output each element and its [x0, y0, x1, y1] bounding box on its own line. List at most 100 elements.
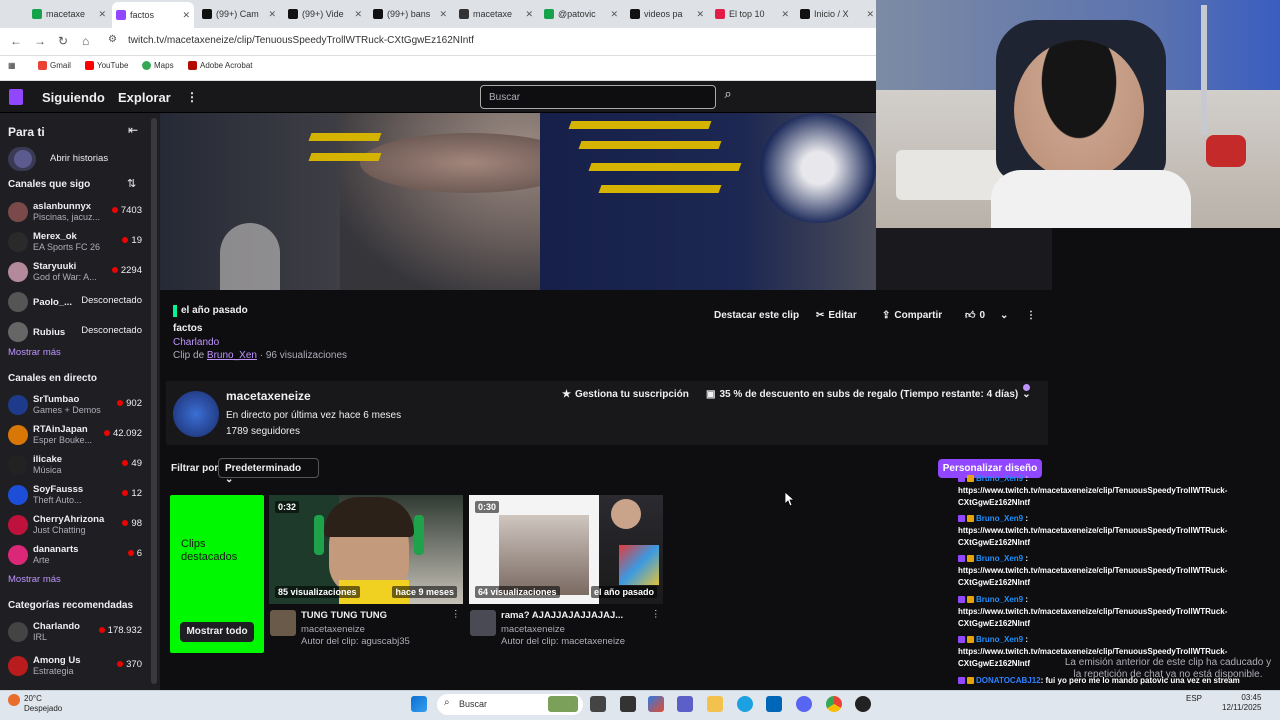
forward-icon[interactable]: → [34, 34, 46, 48]
close-tab-icon[interactable]: ✕ [781, 9, 789, 20]
widgets-icon[interactable] [548, 696, 578, 712]
bookmark-youtube[interactable]: YouTube [85, 61, 128, 70]
url-field[interactable]: twitch.tv/macetaxeneize/clip/TenuousSpee… [128, 35, 474, 46]
browser-tab[interactable]: macetaxe ✕ [455, 4, 537, 24]
sort-icon[interactable]: ⇅ [127, 177, 136, 190]
clip-author[interactable]: Autor del clip: macetaxeneize [501, 636, 625, 647]
sidebar-channel-item[interactable]: Charlando IRL 178.932 [0, 619, 150, 645]
clip-title[interactable]: TUNG TUNG TUNG [301, 610, 387, 621]
clip-more-icon[interactable]: ⋮ [651, 609, 661, 620]
manage-subscription-button[interactable]: ★ Gestiona tu suscripción [562, 389, 689, 400]
like-clip-button[interactable]: 👍︎ 0 [965, 306, 985, 324]
clip-title[interactable]: rama? AJAJJAJAJJAJAJ... [501, 610, 623, 621]
capcut-icon[interactable] [620, 696, 636, 712]
nav-explore[interactable]: Explorar [118, 90, 171, 105]
browser-tab[interactable]: macetaxe ✕ [28, 4, 110, 24]
sidebar-channel-item[interactable]: Staryuuki God of War: A... 2294 [0, 259, 150, 285]
sidebar-channel-item[interactable]: Paolo_... Desconectado [0, 289, 150, 315]
collapse-sidebar-icon[interactable]: ⇤ [128, 123, 138, 137]
clip-thumbnail[interactable]: 0:32 85 visualizaciones hace 9 meses [269, 495, 463, 604]
clip-video-player[interactable] [160, 113, 876, 290]
search-input[interactable]: Buscar [480, 85, 716, 109]
chrome-icon[interactable] [826, 696, 842, 712]
browser-tab[interactable]: @patovic ✕ [540, 4, 622, 24]
copilot-icon[interactable] [648, 696, 664, 712]
chat-username-line[interactable]: Bruno_Xen9 : [958, 635, 1028, 644]
close-tab-icon[interactable]: ✕ [439, 9, 447, 20]
chat-link[interactable]: https://www.twitch.tv/macetaxeneize/clip… [958, 647, 1227, 656]
chat-link[interactable]: CXtGgwEz162NIntf [958, 659, 1030, 668]
app-icon[interactable] [855, 696, 871, 712]
weather-widget[interactable]: 20°C Despejado [24, 694, 62, 714]
edit-clip-button[interactable]: ✂ Editar [816, 306, 857, 324]
browser-tab[interactable]: El top 10 ✕ [711, 4, 793, 24]
show-more-followed[interactable]: Mostrar más [8, 347, 61, 358]
chat-link[interactable]: CXtGgwEz162NIntf [958, 538, 1030, 547]
close-tab-icon[interactable]: ✕ [98, 9, 106, 20]
file-explorer-icon[interactable] [707, 696, 723, 712]
sidebar-channel-item[interactable]: ilicake Música 49 [0, 452, 150, 478]
site-info-icon[interactable]: ⚙ [108, 34, 117, 45]
system-clock[interactable]: 03:45 12/11/2025 [1222, 693, 1261, 713]
clip-channel[interactable]: macetaxeneize [301, 624, 365, 635]
back-icon[interactable]: ← [10, 34, 22, 48]
clip-channel-avatar[interactable] [270, 610, 296, 636]
nav-following[interactable]: Siguiendo [42, 90, 105, 105]
sidebar-channel-item[interactable]: CherryAhrizona Just Chatting 98 [0, 512, 150, 538]
chat-link[interactable]: https://www.twitch.tv/macetaxeneize/clip… [958, 607, 1227, 616]
stories-avatar[interactable] [8, 147, 36, 171]
more-actions-icon[interactable]: ⋮ [1026, 306, 1036, 324]
search-icon[interactable]: ⌕ [718, 86, 738, 108]
chat-username-line[interactable]: Bruno_Xen9 : [958, 554, 1028, 563]
bookmark-maps[interactable]: Maps [142, 61, 174, 70]
chat-link[interactable]: https://www.twitch.tv/macetaxeneize/clip… [958, 526, 1227, 535]
store-icon[interactable] [766, 696, 782, 712]
sidebar-channel-item[interactable]: SrTumbao Games + Demos 902 [0, 392, 150, 418]
twitch-logo-icon[interactable] [9, 89, 23, 105]
show-more-live[interactable]: Mostrar más [8, 574, 61, 585]
browser-tab[interactable]: (99+) Cam ✕ [198, 4, 280, 24]
language-indicator[interactable]: ESP [1186, 694, 1202, 703]
close-tab-icon[interactable]: ✕ [268, 9, 276, 20]
chat-link[interactable]: CXtGgwEz162NIntf [958, 578, 1030, 587]
filter-select[interactable]: Predeterminado ⌄ [218, 458, 319, 485]
discord-icon[interactable] [796, 696, 812, 712]
apps-icon[interactable]: ▦ [8, 61, 16, 70]
close-tab-icon[interactable]: ✕ [696, 9, 704, 20]
chat-username-line[interactable]: Bruno_Xen9 : [958, 514, 1028, 523]
sidebar-channel-item[interactable]: Merex_ok EA Sports FC 26 19 [0, 229, 150, 255]
chat-link[interactable]: CXtGgwEz162NIntf [958, 498, 1030, 507]
channel-name[interactable]: macetaxeneize [226, 389, 311, 403]
clipper-link[interactable]: Bruno_Xen [207, 350, 257, 361]
edge-icon[interactable] [737, 696, 753, 712]
clip-thumbnail[interactable]: 0:30 64 visualizaciones el año pasado [469, 495, 663, 604]
sidebar-channel-item[interactable]: aslanbunnyx Piscinas, jacuz... 7403 [0, 199, 150, 225]
bookmark-gmail[interactable]: Gmail [38, 61, 71, 70]
chat-username-line[interactable]: Bruno_Xen9 : [958, 595, 1028, 604]
close-tab-icon[interactable]: ✕ [866, 9, 874, 20]
chat-link[interactable]: https://www.twitch.tv/macetaxeneize/clip… [958, 486, 1227, 495]
clip-channel-avatar[interactable] [470, 610, 496, 636]
feature-clip-button[interactable]: Destacar este clip [714, 306, 799, 324]
browser-tab[interactable]: (99+) Vide ✕ [284, 4, 366, 24]
sidebar-channel-item[interactable]: SoyFausss Theft Auto... 12 [0, 482, 150, 508]
share-clip-button[interactable]: ⇪ Compartir [882, 306, 942, 324]
clip-author[interactable]: Autor del clip: aguscabj35 [301, 636, 410, 647]
task-view-icon[interactable] [590, 696, 606, 712]
open-stories-link[interactable]: Abrir historias [50, 153, 108, 164]
browser-tab[interactable]: factos ✕ [112, 2, 194, 28]
clip-channel[interactable]: macetaxeneize [501, 624, 565, 635]
close-tab-icon[interactable]: ✕ [182, 10, 190, 21]
sidebar-channel-item[interactable]: Among Us Estrategia 370 [0, 653, 150, 679]
more-options-icon[interactable]: ⋮ [186, 90, 198, 104]
channel-avatar[interactable] [173, 391, 219, 437]
home-icon[interactable]: ⌂ [82, 34, 89, 48]
gift-subs-button[interactable]: ▣ 35 % de descuento en subs de regalo (Ti… [706, 389, 1031, 400]
reload-icon[interactable]: ↻ [58, 34, 68, 48]
sidebar-channel-item[interactable]: dananarts Arte 6 [0, 542, 150, 568]
chat-link[interactable]: CXtGgwEz162NIntf [958, 619, 1030, 628]
teams-icon[interactable] [677, 696, 693, 712]
close-tab-icon[interactable]: ✕ [610, 9, 618, 20]
bookmark-acrobat[interactable]: Adobe Acrobat [188, 61, 252, 70]
clip-more-icon[interactable]: ⋮ [451, 609, 461, 620]
